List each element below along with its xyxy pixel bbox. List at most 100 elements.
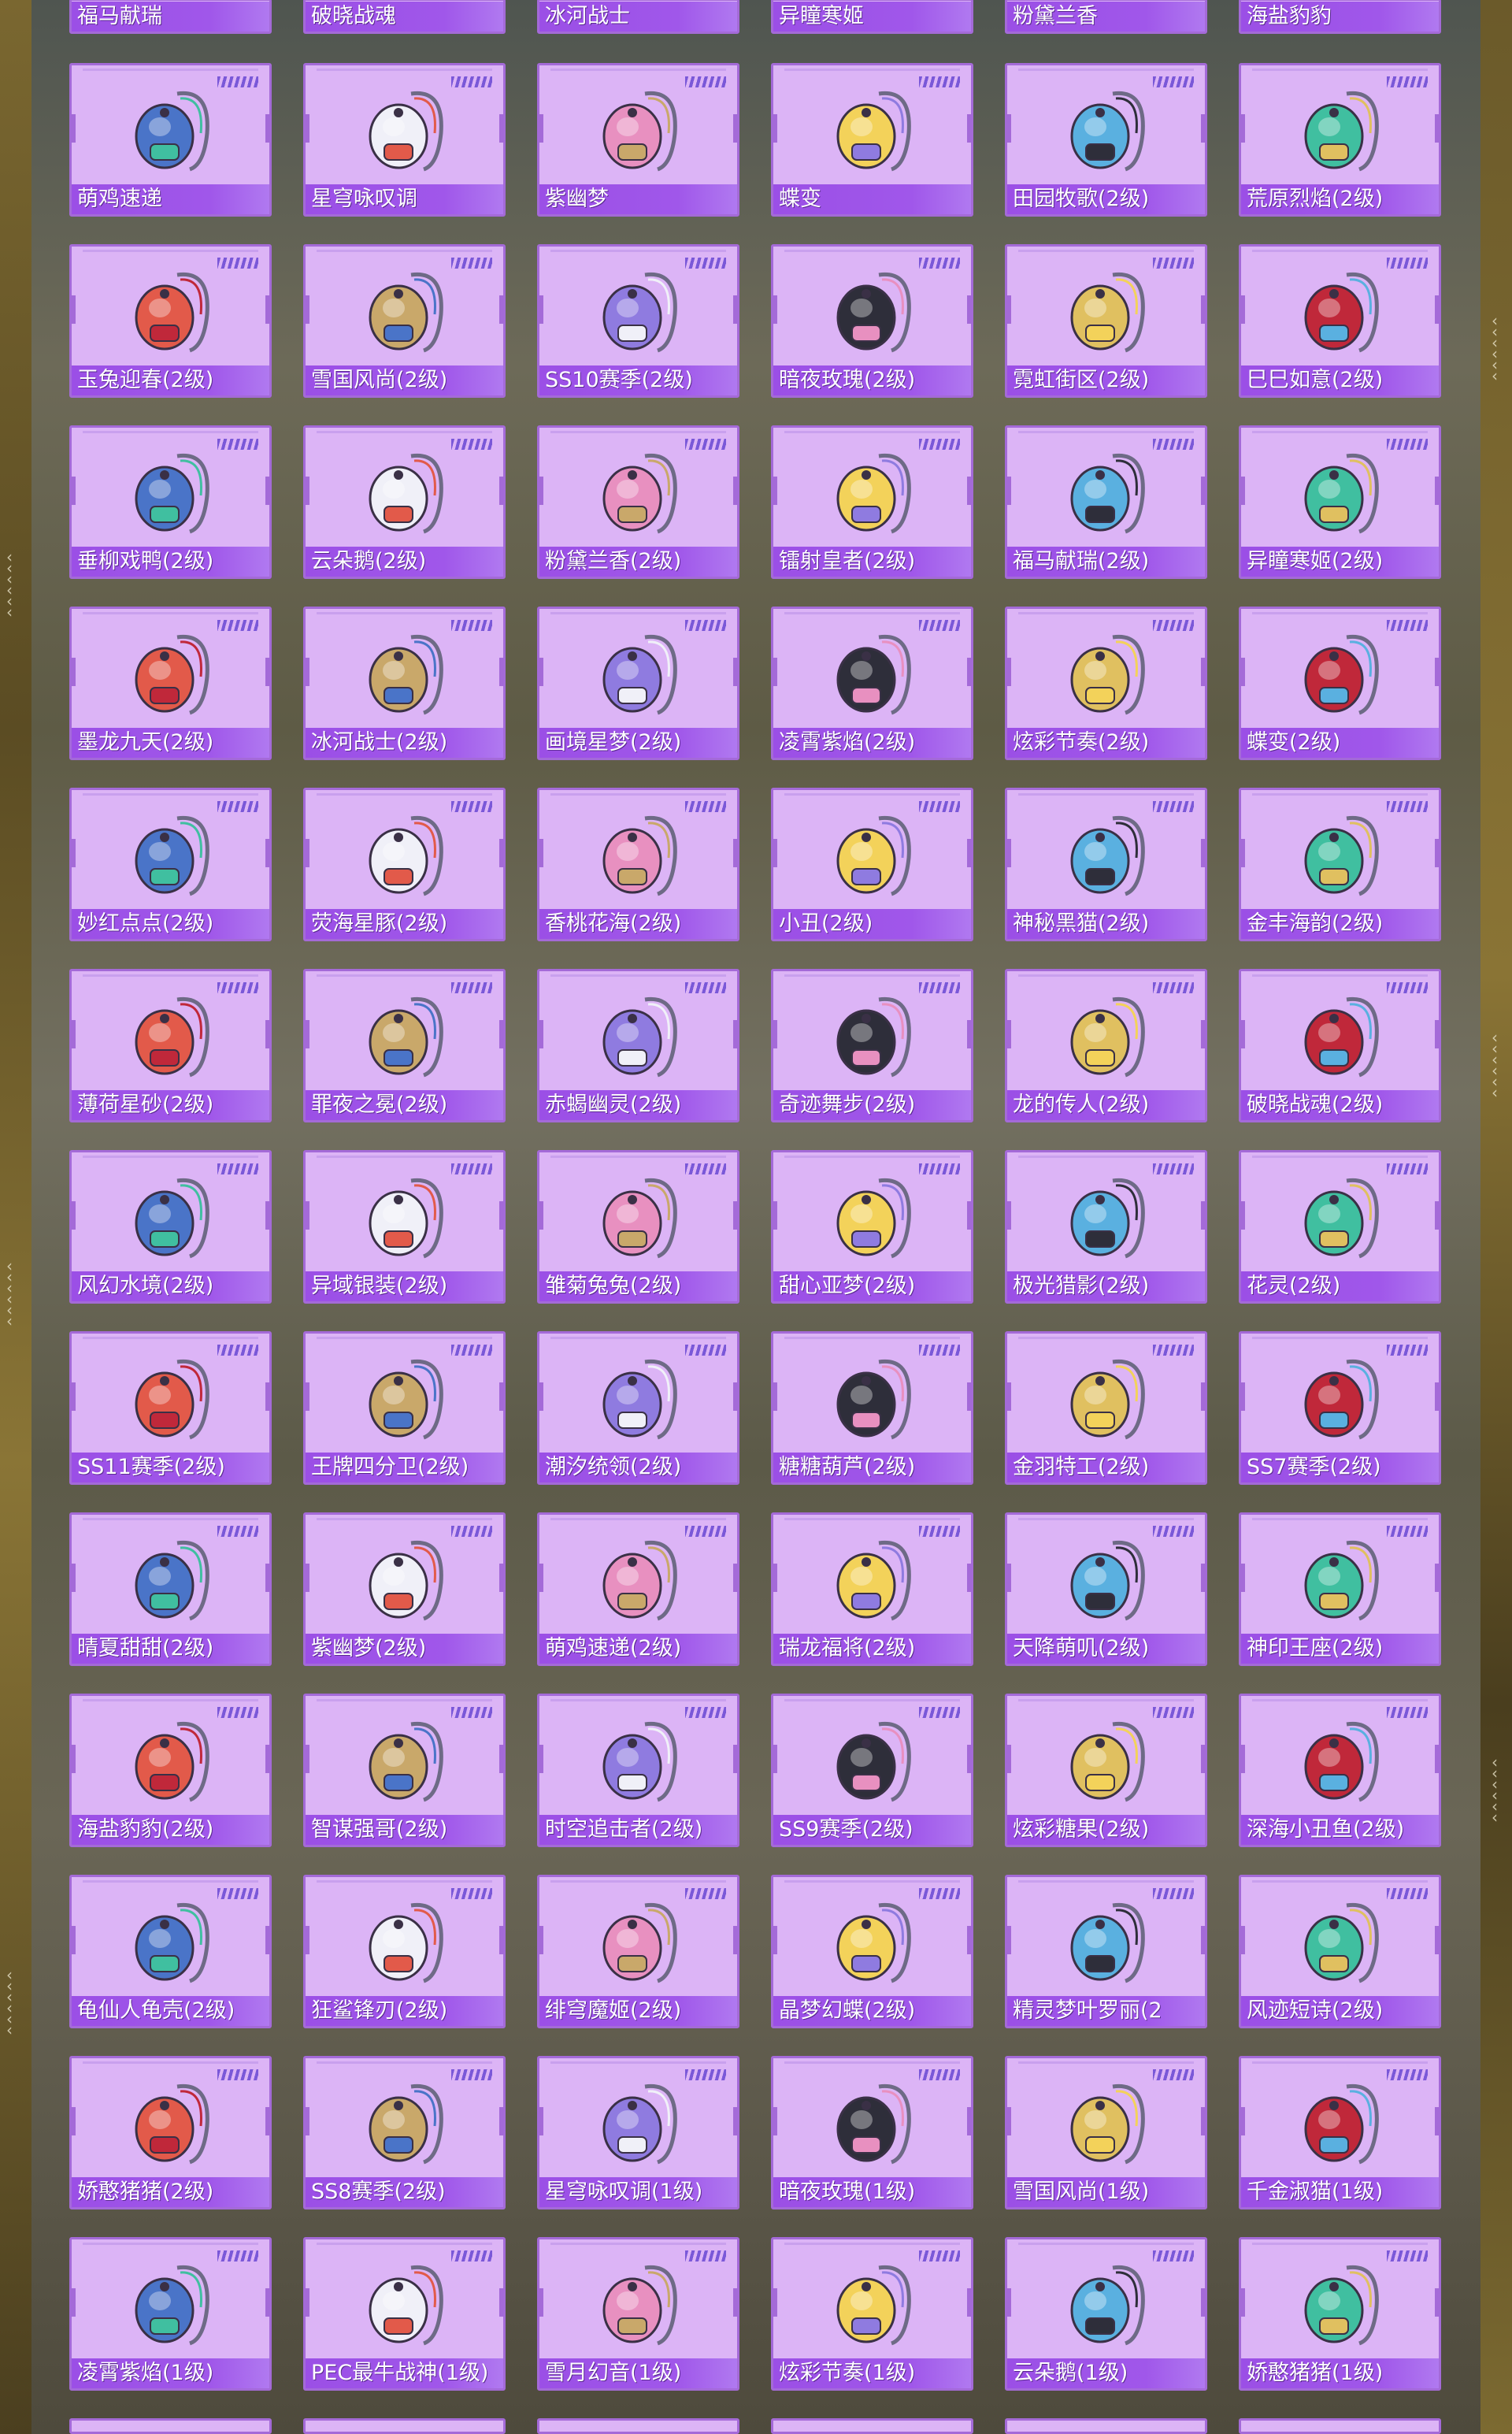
backpack-card[interactable]: SS7赛季(2级) [1239, 1331, 1441, 1485]
backpack-card[interactable]: 暗夜玫瑰(2级) [771, 244, 973, 398]
backpack-card[interactable]: 暗夜玫瑰(1级) [771, 2056, 973, 2210]
backpack-card[interactable]: 赤蝎幽灵(2级) [537, 969, 739, 1122]
backpack-card[interactable]: 雪国风尚(1级) [1005, 2056, 1207, 2210]
backpack-card[interactable]: 雪月幻音(1级) [537, 2237, 739, 2391]
backpack-card[interactable]: 画境星梦(2级) [537, 607, 739, 760]
backpack-card[interactable]: 瑞龙福将(2级) [771, 1512, 973, 1666]
rarity-stripes-icon [217, 1707, 258, 1718]
backpack-card[interactable]: 潮汐统领(2级) [537, 1331, 739, 1485]
backpack-card[interactable]: 奇迹舞步(2级) [771, 969, 973, 1122]
backpack-card[interactable]: 萌鸡速递 [69, 63, 272, 217]
backpack-card[interactable]: 福马献瑞 [69, 0, 272, 34]
backpack-card[interactable]: 龟仙人龟壳(2级) [69, 1875, 272, 2028]
backpack-card[interactable]: 极光猎影(2级) [1005, 1150, 1207, 1304]
backpack-card[interactable]: 精灵梦叶罗丽(2 [1005, 1875, 1207, 2028]
backpack-card[interactable]: 神秘黑猫(2级) [1005, 788, 1207, 941]
backpack-card[interactable]: SS8赛季(2级) [303, 2056, 506, 2210]
backpack-card[interactable]: 镭射皇者(2级) [771, 425, 973, 579]
backpack-card[interactable]: 龙的传人(2级) [1005, 969, 1207, 1122]
backpack-card[interactable]: 霓虹街区(2级) [1005, 244, 1207, 398]
backpack-card[interactable]: 甜心亚梦(2级) [771, 1150, 973, 1304]
backpack-card[interactable]: 炫彩节奏(1级) [771, 2237, 973, 2391]
backpack-card[interactable]: 蝶变 [771, 63, 973, 217]
backpack-card[interactable]: 破晓战魂(2级) [1239, 969, 1441, 1122]
backpack-card[interactable]: 冰河战士(2级) [303, 607, 506, 760]
backpack-card[interactable] [303, 2418, 506, 2434]
backpack-card[interactable]: 晶梦幻蝶(2级) [771, 1875, 973, 2028]
backpack-card[interactable]: 异域银装(2级) [303, 1150, 506, 1304]
backpack-card[interactable] [69, 2418, 272, 2434]
backpack-card[interactable]: 花灵(2级) [1239, 1150, 1441, 1304]
backpack-card[interactable]: 破晓战魂 [303, 0, 506, 34]
backpack-card[interactable]: 粉黛兰香 [1005, 0, 1207, 34]
backpack-card[interactable]: 娇憨猪猪(1级) [1239, 2237, 1441, 2391]
card-side-tab [72, 295, 76, 324]
backpack-card[interactable]: 萌鸡速递(2级) [537, 1512, 739, 1666]
backpack-card[interactable]: 星穹咏叹调(1级) [537, 2056, 739, 2210]
backpack-card[interactable]: 巳巳如意(2级) [1239, 244, 1441, 398]
rarity-stripes-icon [451, 982, 492, 993]
backpack-card[interactable]: SS11赛季(2级) [69, 1331, 272, 1485]
backpack-card[interactable] [1239, 2418, 1441, 2434]
backpack-card[interactable]: 墨龙九天(2级) [69, 607, 272, 760]
backpack-card[interactable]: 绯穹魔姬(2级) [537, 1875, 739, 2028]
backpack-card[interactable]: 荧海星豚(2级) [303, 788, 506, 941]
backpack-card[interactable]: 千金淑猫(1级) [1239, 2056, 1441, 2210]
backpack-name-label: 紫幽梦(2级) [306, 1634, 503, 1664]
backpack-card[interactable]: 粉黛兰香(2级) [537, 425, 739, 579]
backpack-card[interactable]: 凌霄紫焰(2级) [771, 607, 973, 760]
backpack-card[interactable]: SS10赛季(2级) [537, 244, 739, 398]
backpack-card[interactable]: 薄荷星砂(2级) [69, 969, 272, 1122]
backpack-card[interactable]: 狂鲨锋刃(2级) [303, 1875, 506, 2028]
backpack-card[interactable]: 雏菊兔兔(2级) [537, 1150, 739, 1304]
backpack-card[interactable]: 小丑(2级) [771, 788, 973, 941]
backpack-card[interactable]: 炫彩糖果(2级) [1005, 1694, 1207, 1847]
backpack-card[interactable]: 炫彩节奏(2级) [1005, 607, 1207, 760]
card-top-line [784, 250, 960, 252]
backpack-card[interactable]: PEC最牛战神(1级) [303, 2237, 506, 2391]
backpack-card[interactable]: 海盐豹豹 [1239, 0, 1441, 34]
backpack-card[interactable]: 娇憨猪猪(2级) [69, 2056, 272, 2210]
backpack-card[interactable]: 风幻水境(2级) [69, 1150, 272, 1304]
card-side-tab [967, 1382, 971, 1411]
backpack-card[interactable]: 罪夜之冕(2级) [303, 969, 506, 1122]
backpack-card[interactable]: 天降萌叽(2级) [1005, 1512, 1207, 1666]
card-side-tab [539, 1382, 543, 1411]
backpack-card[interactable] [1005, 2418, 1207, 2434]
golden-mask-backpack-icon [590, 2071, 691, 2172]
backpack-card[interactable]: 妙红点点(2级) [69, 788, 272, 941]
backpack-card[interactable]: 田园牧歌(2级) [1005, 63, 1207, 217]
backpack-card[interactable]: 云朵鹅(2级) [303, 425, 506, 579]
backpack-card[interactable]: 金丰海韵(2级) [1239, 788, 1441, 941]
backpack-card[interactable]: 福马献瑞(2级) [1005, 425, 1207, 579]
backpack-card[interactable]: 异瞳寒姬 [771, 0, 973, 34]
backpack-card[interactable]: 海盐豹豹(2级) [69, 1694, 272, 1847]
backpack-card[interactable]: 凌霄紫焰(1级) [69, 2237, 272, 2391]
backpack-card[interactable]: 深海小丑鱼(2级) [1239, 1694, 1441, 1847]
backpack-card[interactable]: 垂柳戏鸭(2级) [69, 425, 272, 579]
backpack-card[interactable]: 晴夏甜甜(2级) [69, 1512, 272, 1666]
backpack-card[interactable]: 异瞳寒姬(2级) [1239, 425, 1441, 579]
backpack-card[interactable]: SS9赛季(2级) [771, 1694, 973, 1847]
backpack-card[interactable] [537, 2418, 739, 2434]
backpack-card[interactable]: 荒原烈焰(2级) [1239, 63, 1441, 217]
backpack-card[interactable]: 王牌四分卫(2级) [303, 1331, 506, 1485]
backpack-card[interactable]: 星穹咏叹调 [303, 63, 506, 217]
backpack-card[interactable]: 蝶变(2级) [1239, 607, 1441, 760]
backpack-card[interactable]: 糖糖葫芦(2级) [771, 1331, 973, 1485]
backpack-card[interactable]: 香桃花海(2级) [537, 788, 739, 941]
backpack-name-label: 海盐豹豹 [1241, 2, 1439, 32]
backpack-card[interactable]: 智谋强哥(2级) [303, 1694, 506, 1847]
backpack-card[interactable]: 紫幽梦(2级) [303, 1512, 506, 1666]
backpack-card[interactable]: 雪国风尚(2级) [303, 244, 506, 398]
backpack-card[interactable]: 时空追击者(2级) [537, 1694, 739, 1847]
backpack-card[interactable]: 云朵鹅(1级) [1005, 2237, 1207, 2391]
backpack-card[interactable]: 风迹短诗(2级) [1239, 1875, 1441, 2028]
card-side-tab [773, 2107, 777, 2135]
backpack-card[interactable]: 金羽特工(2级) [1005, 1331, 1207, 1485]
backpack-card[interactable]: 玉兔迎春(2级) [69, 244, 272, 398]
backpack-card[interactable]: 紫幽梦 [537, 63, 739, 217]
backpack-card[interactable]: 冰河战士 [537, 0, 739, 34]
backpack-card[interactable] [771, 2418, 973, 2434]
backpack-card[interactable]: 神印王座(2级) [1239, 1512, 1441, 1666]
